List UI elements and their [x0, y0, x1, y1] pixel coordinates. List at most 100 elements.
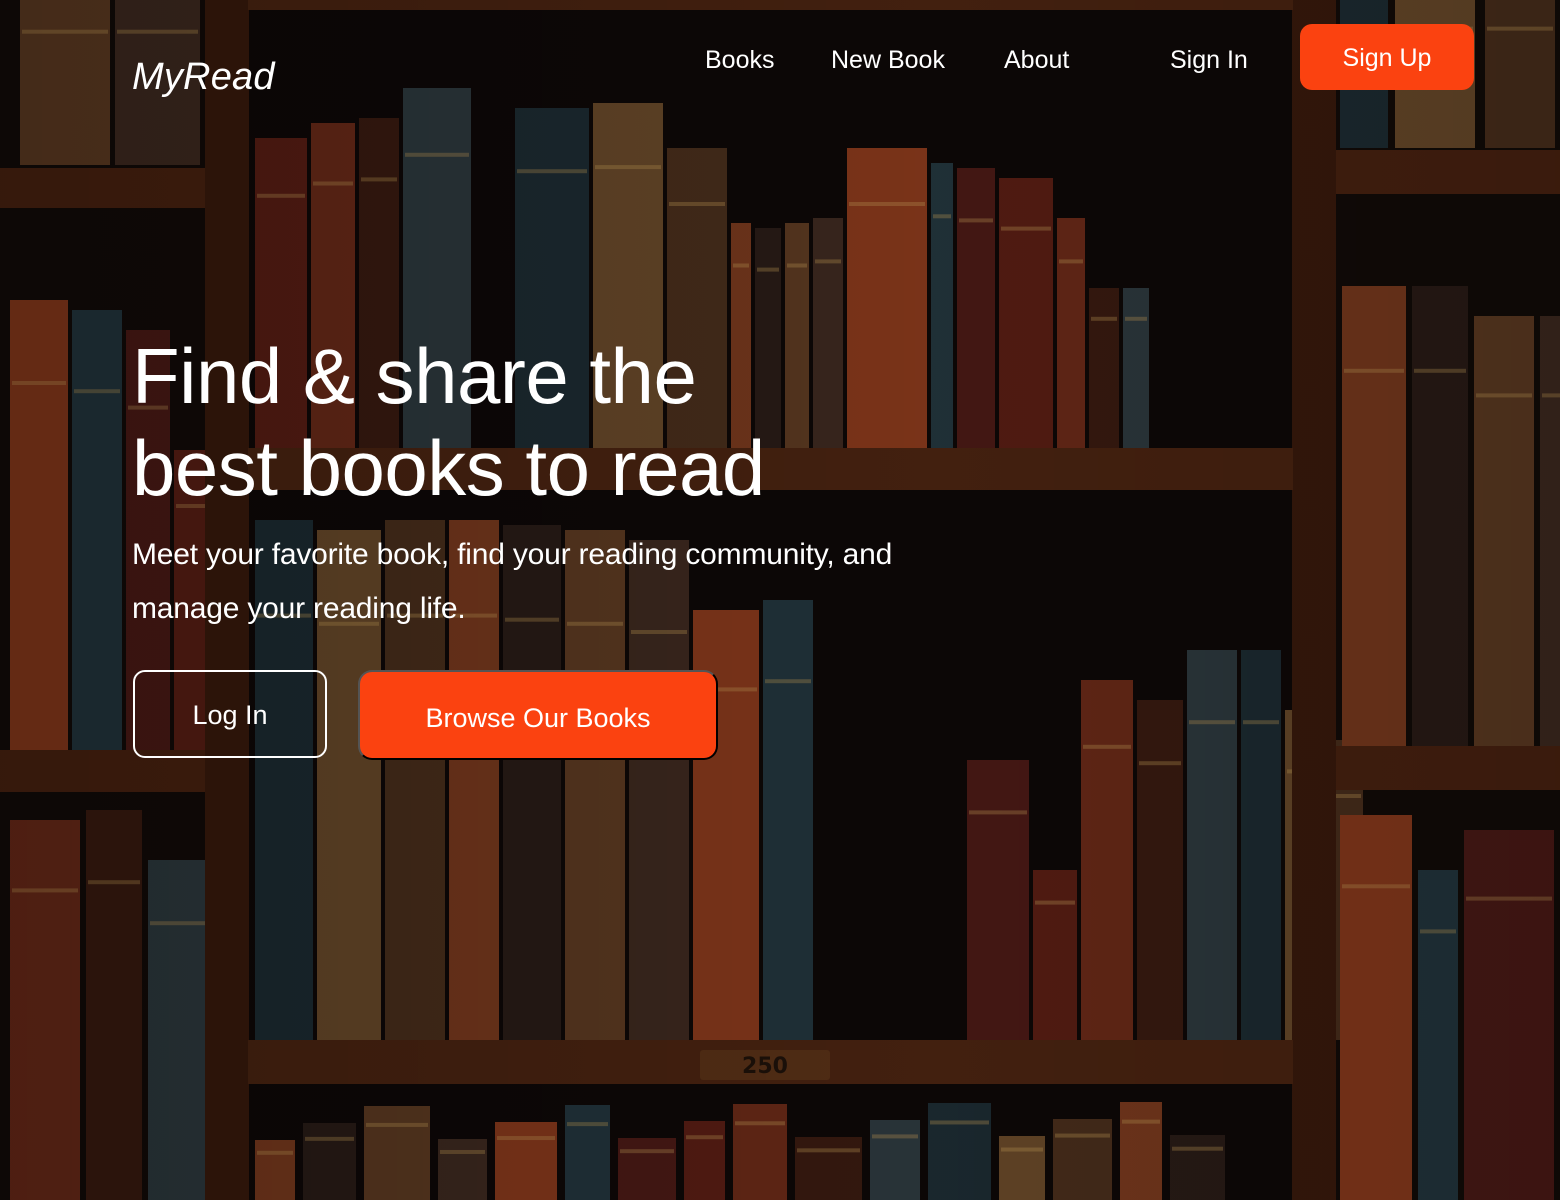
book-spine-band: [620, 1149, 674, 1154]
book-spine-band: [1243, 720, 1279, 725]
nav-link-about[interactable]: About: [1004, 42, 1069, 78]
book-spine: [72, 310, 122, 750]
book-spine-band: [1001, 1147, 1043, 1152]
book-spine: [733, 1104, 787, 1200]
book-spine: [1089, 288, 1119, 448]
book-spine-band: [1172, 1146, 1223, 1151]
book-spine: [1340, 815, 1412, 1200]
book-spine: [438, 1139, 487, 1200]
book-spine: [1057, 218, 1085, 448]
book-spine-band: [497, 1136, 555, 1141]
book-spine: [813, 218, 843, 448]
book-spine: [795, 1137, 862, 1200]
book-spine: [1474, 316, 1534, 746]
book-spine: [303, 1123, 356, 1200]
book-spine-band: [1466, 896, 1552, 901]
book-spine-band: [1001, 226, 1051, 231]
hero-headline-line-2: best books to read: [132, 424, 765, 512]
book-spine-band: [595, 165, 661, 170]
book-spine-band: [1189, 720, 1235, 725]
shelf-number-label: 250: [742, 1054, 788, 1079]
book-spine: [785, 223, 809, 448]
book-spine-band: [787, 263, 807, 268]
book-spine: [1137, 700, 1183, 1040]
book-spine-band: [257, 193, 305, 198]
book-spine-band: [150, 921, 206, 926]
book-spine: [20, 0, 110, 165]
book-spine-band: [1055, 1133, 1110, 1138]
hero-headline: Find & share the best books to read: [132, 330, 765, 514]
book-spine-band: [88, 880, 140, 885]
book-spine-band: [733, 263, 749, 268]
book-spine-band: [765, 679, 811, 684]
book-spine-band: [1035, 900, 1075, 905]
hero-subtitle: Meet your favorite book, find your readi…: [132, 538, 893, 625]
book-spine: [1187, 650, 1237, 1040]
book-spine: [1412, 286, 1468, 746]
nav-link-books[interactable]: Books: [705, 42, 774, 78]
book-spine-band: [930, 1120, 989, 1125]
book-spine: [364, 1106, 430, 1200]
browse-books-button[interactable]: Browse Our Books: [358, 670, 718, 760]
book-spine-band: [735, 1121, 785, 1126]
log-in-button[interactable]: Log In: [133, 670, 327, 758]
book-spine-band: [933, 214, 951, 219]
hero-headline-line-1: Find & share the: [132, 332, 697, 420]
book-spine-band: [257, 1150, 293, 1155]
book-spine: [1418, 870, 1458, 1200]
book-spine: [999, 1136, 1045, 1200]
book-spine: [957, 168, 995, 448]
book-spine: [618, 1138, 676, 1200]
book-spine: [1170, 1135, 1225, 1200]
book-spine-band: [1091, 316, 1117, 321]
book-spine-band: [757, 267, 779, 272]
book-spine-band: [849, 202, 925, 206]
book-spine-band: [1476, 393, 1532, 398]
book-spine: [763, 600, 813, 1040]
book-spine: [847, 148, 927, 448]
book-spine-band: [12, 888, 78, 893]
book-spine-band: [872, 1134, 918, 1139]
book-spine-band: [313, 181, 353, 186]
book-spine: [1485, 0, 1555, 148]
book-spine-band: [1083, 744, 1131, 749]
hero-section: 250 MyRead Books New Book About Sign In …: [0, 0, 1560, 1200]
book-spine: [928, 1103, 991, 1200]
book-spine: [565, 1105, 610, 1200]
book-spine-band: [1125, 316, 1147, 321]
book-spine-band: [1122, 1119, 1160, 1124]
book-spine: [999, 178, 1053, 448]
book-spine-band: [1342, 884, 1410, 889]
book-spine-band: [1414, 368, 1466, 373]
book-spine-band: [517, 169, 587, 174]
book-spine: [1123, 288, 1149, 448]
book-spine: [1342, 286, 1406, 746]
book-spine: [1081, 680, 1133, 1040]
book-spine-band: [1420, 929, 1456, 934]
book-spine: [10, 820, 80, 1200]
book-spine: [255, 1140, 295, 1200]
book-spine: [86, 810, 142, 1200]
book-spine-band: [669, 202, 725, 206]
book-spine-band: [305, 1136, 354, 1141]
book-spine-band: [1487, 26, 1553, 31]
sign-up-button[interactable]: Sign Up: [1300, 24, 1474, 90]
book-spine: [967, 760, 1029, 1040]
sign-in-link[interactable]: Sign In: [1170, 42, 1248, 78]
book-spine-band: [366, 1122, 428, 1127]
book-spine-band: [797, 1148, 860, 1153]
book-spine-band: [1542, 393, 1560, 398]
book-spine-band: [969, 810, 1027, 815]
book-spine-band: [567, 1122, 608, 1127]
book-spine: [931, 163, 953, 448]
book-spine-band: [1059, 259, 1083, 264]
book-spine: [1464, 830, 1554, 1200]
book-spine: [495, 1122, 557, 1200]
book-spine-band: [12, 381, 66, 385]
nav-link-new-book[interactable]: New Book: [831, 42, 945, 78]
book-spine-band: [1139, 761, 1181, 766]
site-logo[interactable]: MyRead: [132, 56, 275, 99]
book-spine-band: [959, 218, 993, 223]
book-spine-band: [74, 389, 120, 394]
book-spine-band: [440, 1149, 485, 1154]
